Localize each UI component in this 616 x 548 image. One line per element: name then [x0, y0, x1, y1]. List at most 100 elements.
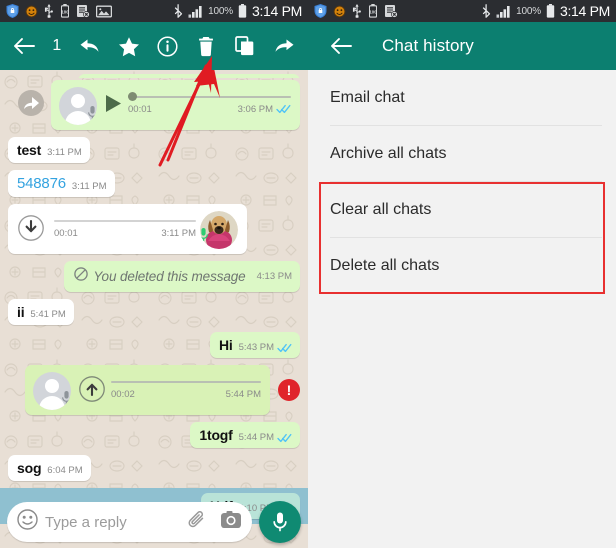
- text-bubble[interactable]: sog 6:04 PM: [8, 455, 91, 481]
- message-row-text-out-1togf[interactable]: 1togf 5:44 PM: [8, 422, 300, 448]
- menu-item-label: Delete all chats: [330, 257, 440, 274]
- page-title: Chat history: [382, 36, 474, 55]
- mic-icon: [61, 390, 71, 410]
- message-row-voice-out-2[interactable]: 00:02 5:44 PM !: [8, 365, 300, 415]
- text-bubble[interactable]: ii 5:41 PM: [8, 299, 74, 325]
- message-row-text-in-test[interactable]: test 3:11 PM: [8, 137, 300, 163]
- voice-progress-track[interactable]: 00:01 3:06 PM: [128, 92, 291, 117]
- menu-item-clear-all-chats[interactable]: Clear all chats: [308, 182, 616, 238]
- battery-saver-icon: 100: [369, 4, 377, 18]
- menu-item-label: Archive all chats: [330, 145, 447, 162]
- document-x-icon: [385, 5, 398, 18]
- chat-history-menu: Email chat Archive all chats Clear all c…: [308, 70, 616, 548]
- message-row-text-in-ii[interactable]: ii 5:41 PM: [8, 299, 300, 325]
- voice-progress-track[interactable]: 00:02 5:44 PM: [111, 380, 261, 402]
- reply-input-placeholder[interactable]: Type a reply: [45, 514, 187, 531]
- shield-icon: [314, 4, 327, 18]
- message-row-text-in-sog[interactable]: sog 6:04 PM: [8, 455, 300, 481]
- read-ticks-icon: [277, 433, 292, 443]
- clock-label: 3:14 PM: [251, 3, 302, 19]
- message-link-text[interactable]: 548876: [17, 175, 66, 192]
- menu-item-archive-all-chats[interactable]: Archive all chats: [308, 126, 616, 182]
- message-time: 5:43 PM: [238, 342, 274, 353]
- upload-icon[interactable]: [79, 375, 105, 407]
- status-bar-right-icons: 100% 3:14 PM: [174, 3, 302, 19]
- chat-history-toolbar: Chat history: [308, 22, 616, 70]
- bluetooth-icon: [175, 4, 183, 18]
- status-bar-left-icons: 100: [6, 4, 174, 18]
- svg-text:100: 100: [61, 10, 69, 15]
- camera-icon[interactable]: [220, 510, 242, 535]
- message-row-voice-in-1[interactable]: 00:01 3:11 PM: [8, 204, 300, 254]
- message-text: ii: [17, 304, 25, 320]
- voice-progress-track[interactable]: 00:01 3:11 PM: [54, 219, 196, 241]
- mic-icon: [87, 105, 97, 125]
- message-row-partial-top[interactable]: [8, 74, 300, 78]
- status-bar-left-icons: 100: [314, 4, 482, 18]
- emoji-icon[interactable]: [17, 509, 38, 535]
- back-arrow-icon[interactable]: [9, 31, 39, 61]
- dog-avatar: [200, 211, 238, 249]
- text-bubble[interactable]: test 3:11 PM: [8, 137, 90, 163]
- right-screen-chat-history: 100 100% 3:14 PM Chat history Email chat: [308, 0, 616, 548]
- chat-message-list[interactable]: 00:01 3:06 PM test 3:11 PM 548876 3:11 P…: [0, 70, 308, 548]
- message-time: 4:13 PM: [256, 271, 292, 282]
- error-badge[interactable]: !: [278, 379, 300, 401]
- voice-message-out-2-selected[interactable]: 00:02 5:44 PM: [25, 365, 270, 415]
- message-text: sog: [17, 460, 42, 476]
- voice-record-button[interactable]: [259, 501, 301, 543]
- battery-percent-label: 100%: [208, 5, 233, 17]
- message-time: 3:11 PM: [47, 147, 82, 158]
- messages-container: 00:01 3:06 PM test 3:11 PM 548876 3:11 P…: [0, 70, 308, 548]
- message-row-text-out-hi[interactable]: Hi 5:43 PM: [8, 332, 300, 358]
- message-time: 5:44 PM: [225, 388, 261, 400]
- selected-count-label: 1: [52, 37, 62, 54]
- voice-message-out-1[interactable]: 00:01 3:06 PM: [51, 80, 300, 130]
- status-bar-right-icons: 100% 3:14 PM: [482, 3, 610, 19]
- menu-item-email-chat[interactable]: Email chat: [308, 70, 616, 126]
- dual-screenshot: 100 100% 3:14 PM 1 00:01 3:06 PM test 3:…: [0, 0, 616, 548]
- avatar: [33, 372, 71, 410]
- reply-input-pill[interactable]: Type a reply: [7, 502, 252, 542]
- info-icon[interactable]: [152, 31, 182, 61]
- link-bubble[interactable]: 548876 3:11 PM: [8, 170, 115, 197]
- message-row-link-in-number[interactable]: 548876 3:11 PM: [8, 170, 300, 197]
- partial-bubble: [78, 74, 300, 78]
- message-time: 3:11 PM: [71, 181, 107, 192]
- battery-saver-icon: 100: [61, 4, 69, 18]
- copy-icon[interactable]: [230, 31, 260, 61]
- battery-icon: [546, 4, 555, 18]
- avatar: [59, 87, 97, 125]
- message-time: 5:44 PM: [238, 432, 274, 443]
- back-arrow-icon[interactable]: [326, 31, 356, 61]
- svg-text:100: 100: [369, 10, 377, 15]
- voice-duration: 00:01: [128, 103, 152, 115]
- read-ticks-icon: [277, 343, 292, 353]
- status-bar-right: 100 100% 3:14 PM: [308, 0, 616, 22]
- message-row-deleted-out[interactable]: You deleted this message 4:13 PM: [8, 261, 300, 292]
- paperclip-icon[interactable]: [187, 509, 208, 535]
- forward-icon[interactable]: [269, 31, 299, 61]
- deleted-bubble[interactable]: You deleted this message 4:13 PM: [64, 261, 300, 292]
- left-screen-chat: 100 100% 3:14 PM 1 00:01 3:06 PM test 3:…: [0, 0, 308, 548]
- message-time: 3:11 PM: [161, 227, 196, 239]
- document-x-icon: [77, 5, 90, 18]
- reply-icon[interactable]: [75, 31, 105, 61]
- message-text: Hi: [219, 337, 233, 353]
- bluetooth-icon: [483, 4, 491, 18]
- trash-icon[interactable]: [191, 31, 221, 61]
- message-row-voice-out-1[interactable]: 00:01 3:06 PM: [8, 80, 300, 130]
- shield-icon: [6, 4, 19, 18]
- emoji-icon: [25, 5, 38, 17]
- star-icon[interactable]: [114, 31, 144, 61]
- voice-duration: 00:02: [111, 388, 135, 400]
- text-bubble[interactable]: 1togf 5:44 PM: [190, 422, 300, 448]
- download-icon[interactable]: [18, 214, 44, 246]
- play-icon[interactable]: [105, 94, 122, 118]
- message-time: 5:41 PM: [30, 309, 66, 320]
- text-bubble[interactable]: Hi 5:43 PM: [210, 332, 300, 358]
- voice-message-in-1[interactable]: 00:01 3:11 PM: [8, 204, 247, 254]
- signal-bars-icon: [188, 5, 202, 18]
- battery-icon: [238, 4, 247, 18]
- menu-item-delete-all-chats[interactable]: Delete all chats: [308, 238, 616, 294]
